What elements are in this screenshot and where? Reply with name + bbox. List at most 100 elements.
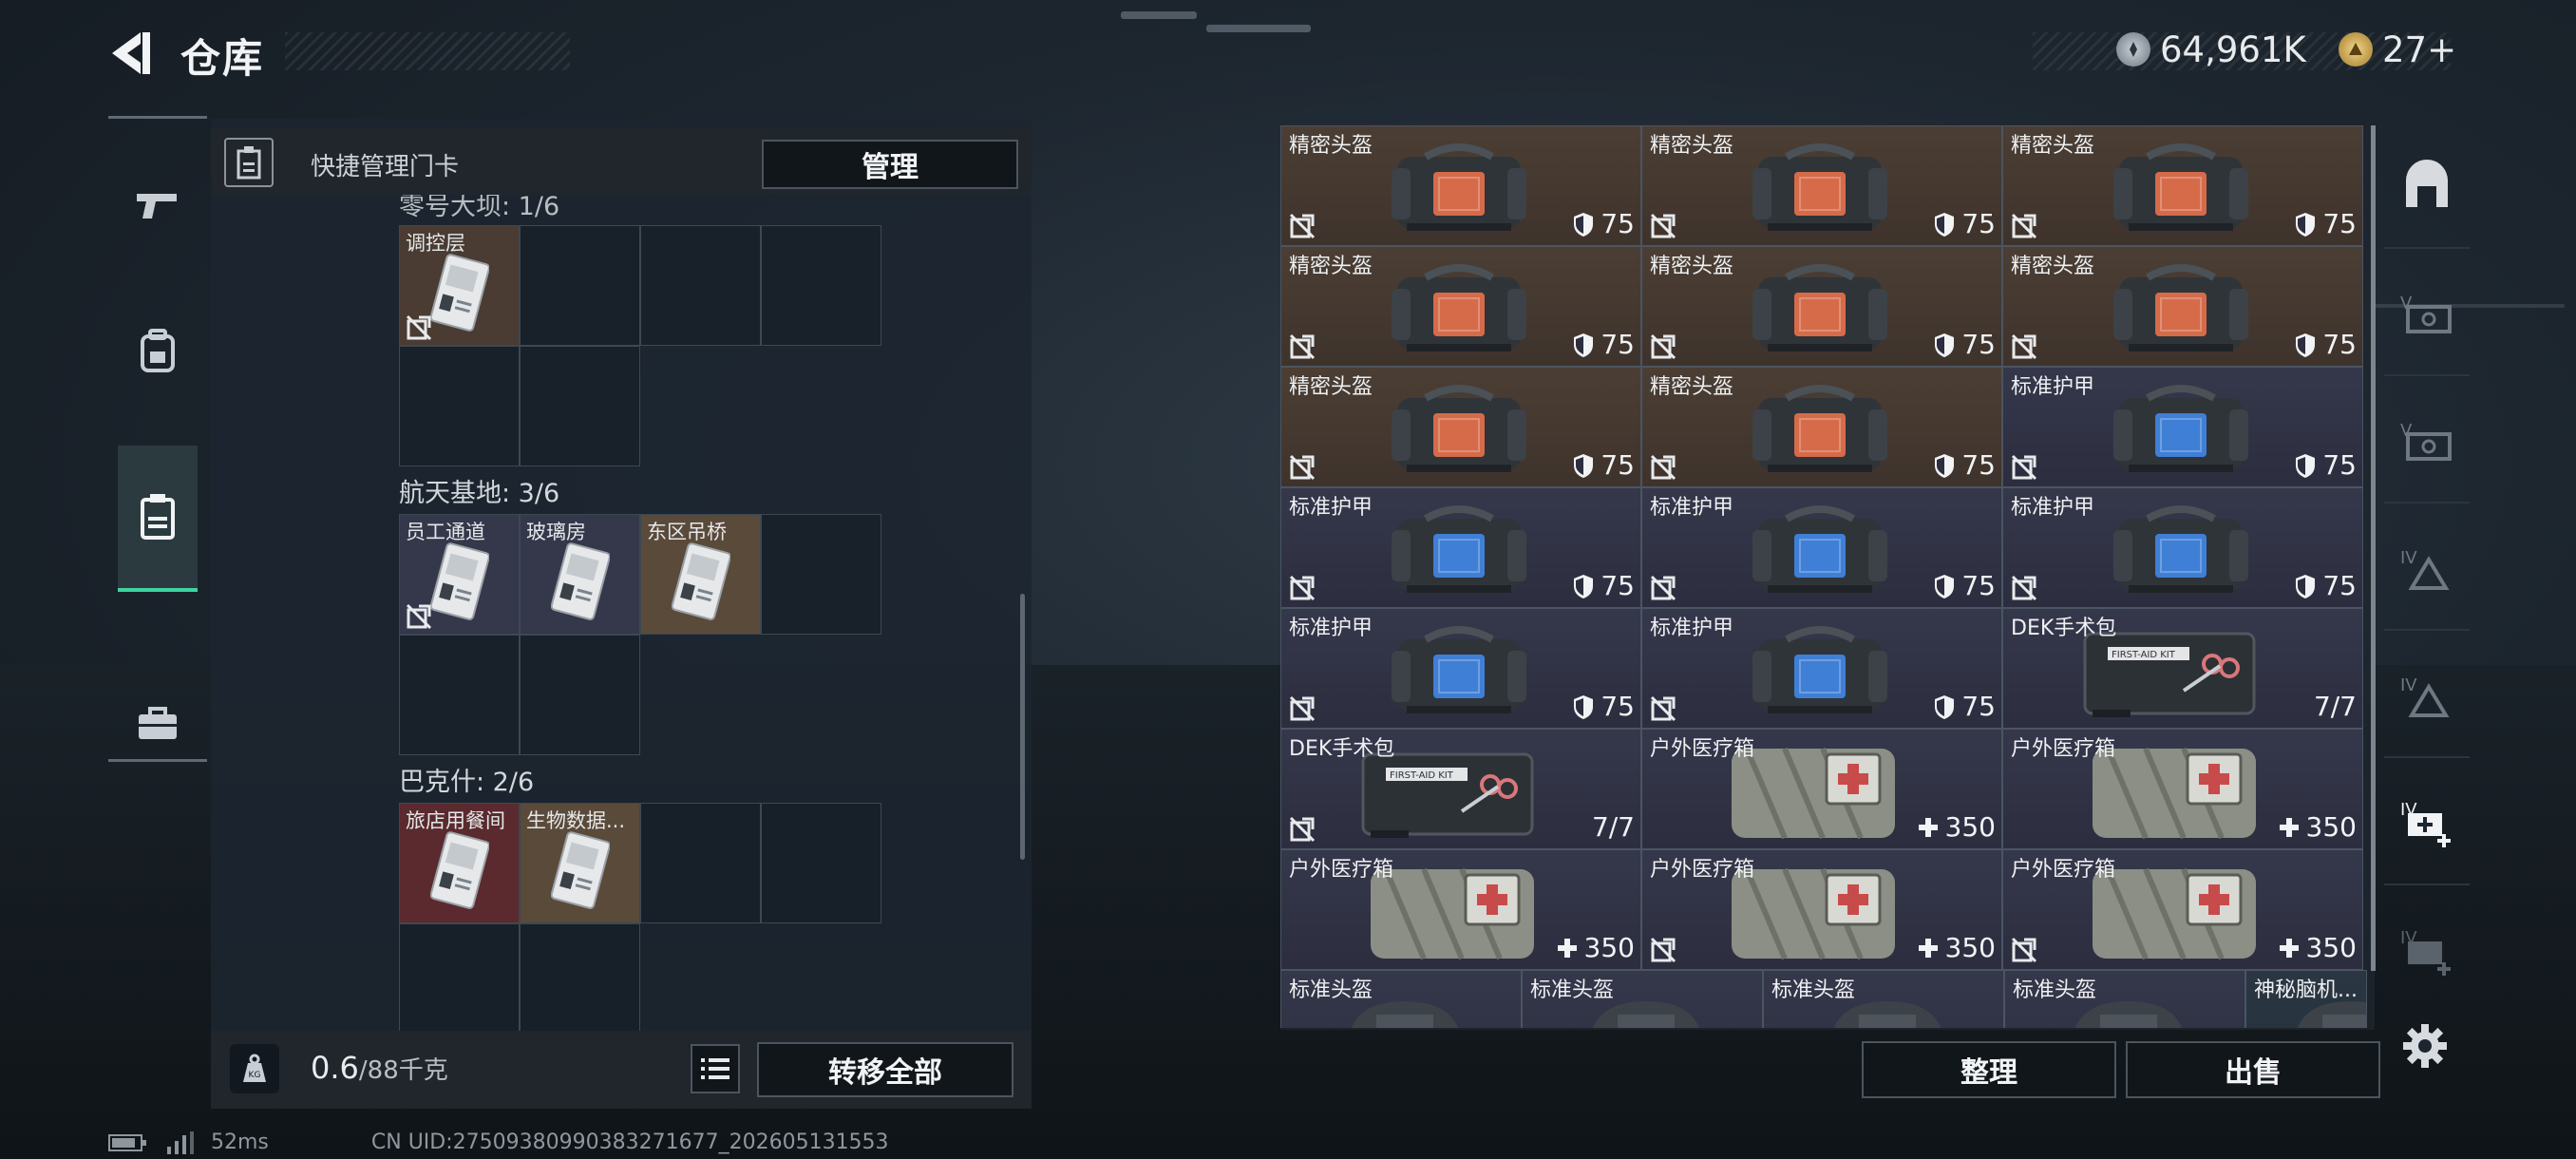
item-value: 350 <box>1556 932 1635 963</box>
item-value: 350 <box>2278 932 2357 963</box>
stash-item[interactable]: FIRST-AID KIT DEK手术包 7/7 <box>2002 608 2363 729</box>
stash-item[interactable]: 户外医疗箱 350 <box>2002 729 2363 849</box>
keycard-slot[interactable] <box>761 514 881 635</box>
durability-shield-icon <box>2296 332 2316 357</box>
stash-item[interactable]: 标准护甲 75 <box>2002 367 2363 487</box>
durability-shield-icon <box>1935 212 1955 237</box>
list-view-button[interactable] <box>691 1044 740 1093</box>
keycard-scrollbar[interactable] <box>1020 594 1025 860</box>
stash-item[interactable]: 标准头盔 <box>2004 970 2245 1028</box>
stash-item[interactable]: 标准头盔 <box>1763 970 2004 1028</box>
item-name: 标准头盔 <box>1771 978 1856 1002</box>
nav-weapons[interactable] <box>118 132 198 278</box>
heal-plus-icon <box>1918 938 1938 958</box>
item-value: 350 <box>1917 932 1996 963</box>
durability-shield-icon <box>1574 574 1594 598</box>
durability-shield-icon <box>2296 212 2316 237</box>
back-arrow-icon[interactable] <box>106 28 156 78</box>
currency-premium[interactable]: 27+ <box>2339 28 2456 70</box>
keycard-slot[interactable] <box>761 803 881 923</box>
stash-item[interactable]: 标准护甲 75 <box>1280 608 1641 729</box>
group-title-bakesh: 巴克什: 2/6 <box>399 768 535 797</box>
keycard-slot[interactable] <box>520 923 640 1044</box>
no-transfer-icon <box>1650 213 1676 239</box>
stash-tab-4a[interactable]: IV <box>2384 507 2470 631</box>
keycard-slot[interactable] <box>399 346 520 466</box>
coin-icon <box>2116 32 2150 66</box>
keycard-slot[interactable]: 玻璃房 <box>520 514 640 635</box>
item-value-text: 75 <box>2322 449 2357 481</box>
keycard-slot[interactable]: 生物数据... <box>520 803 640 923</box>
category-nav <box>108 116 207 762</box>
manage-button[interactable]: 管理 <box>762 140 1018 189</box>
stash-item[interactable]: FIRST-AID KIT DEK手术包 7/7 <box>1280 729 1641 849</box>
item-name: DEK手术包 <box>1289 737 1395 761</box>
no-transfer-icon <box>1289 213 1316 239</box>
gear-icon[interactable] <box>2401 1022 2449 1070</box>
nav-equipment[interactable] <box>118 278 198 425</box>
stash-item[interactable]: 精密头盔 75 <box>1641 246 2002 367</box>
no-transfer-icon <box>2011 333 2037 360</box>
keycard-slot[interactable] <box>761 225 881 346</box>
keycard-slot[interactable] <box>640 225 761 346</box>
stash-scrollbar[interactable] <box>2371 125 2376 971</box>
keycard-panel: 零号大坝: 1/6 快捷管理门卡 管理 调控层 航天基地: 3/6 员工通道 玻璃… <box>211 119 1032 1044</box>
keycard-slot[interactable] <box>520 225 640 346</box>
keycard-slot[interactable]: 调控层 <box>399 225 520 346</box>
stash-item[interactable]: 户外医疗箱 350 <box>1641 849 2002 970</box>
armor-image <box>1752 626 1887 713</box>
stash-tab-4-add[interactable]: IV <box>2384 889 2470 1013</box>
stash-tab-5a[interactable]: V <box>2384 253 2470 376</box>
stash-item[interactable]: 神秘脑机... <box>2245 970 2367 1028</box>
stash-item[interactable]: 标准头盔 <box>1522 970 1763 1028</box>
stash-item[interactable]: 精密头盔 75 <box>1280 125 1641 246</box>
sell-button[interactable]: 出售 <box>2126 1041 2380 1098</box>
keycard-slot[interactable] <box>399 635 520 755</box>
heal-plus-icon <box>2279 817 2299 837</box>
stash-tab-5b[interactable]: V <box>2384 380 2470 504</box>
stash-grid: 精密头盔 75 精密头盔 75 精密头盔 75 精密头盔 75 精密头盔 75 精密头盔 75 精密头盔… <box>1280 125 2367 1028</box>
stash-tab-4b[interactable]: IV <box>2384 635 2470 758</box>
stash-item[interactable]: 标准头盔 <box>1280 970 1522 1028</box>
page-title: 仓库 <box>180 35 265 82</box>
item-value-text: 75 <box>1601 208 1635 239</box>
stash-item[interactable]: 精密头盔 75 <box>2002 125 2363 246</box>
stash-item[interactable]: 精密头盔 75 <box>1280 246 1641 367</box>
keycard-slot[interactable] <box>520 346 640 466</box>
stash-item[interactable]: 标准护甲 75 <box>2002 487 2363 608</box>
durability-shield-icon <box>1935 694 1955 719</box>
nav-keycards[interactable] <box>118 446 198 592</box>
stash-item[interactable]: 标准护甲 75 <box>1641 487 2002 608</box>
durability-shield-icon <box>2296 453 2316 478</box>
item-value-text: 75 <box>1961 691 1996 722</box>
stash-item[interactable]: 精密头盔 75 <box>1641 367 2002 487</box>
keycard-slot[interactable]: 东区吊桥 <box>640 514 761 635</box>
stash-item[interactable]: 精密头盔 75 <box>2002 246 2363 367</box>
nav-supplies[interactable] <box>118 651 198 797</box>
stash-item[interactable]: 户外医疗箱 350 <box>1280 849 1641 970</box>
helmet-image <box>1752 264 1887 352</box>
keycard-slot[interactable] <box>399 923 520 1044</box>
stash-tab-4-add-active[interactable]: IV <box>2384 762 2470 885</box>
uid-text: CN UID:275093809903832716​77_20260513155… <box>370 1130 889 1154</box>
keycard-image <box>430 542 489 620</box>
keycard-slot[interactable] <box>640 803 761 923</box>
keycard-slot[interactable]: 员工通道 <box>399 514 520 635</box>
sort-button[interactable]: 整理 <box>1862 1041 2116 1098</box>
stash-item[interactable]: 户外医疗箱 350 <box>2002 849 2363 970</box>
stash-item[interactable]: 标准护甲 75 <box>1280 487 1641 608</box>
svg-text:FIRST-AID KIT: FIRST-AID KIT <box>2112 650 2176 660</box>
stash-tab-all[interactable] <box>2384 125 2470 249</box>
keycard-slot[interactable]: 旅店用餐间 <box>399 803 520 923</box>
stash-item[interactable]: 精密头盔 75 <box>1641 125 2002 246</box>
stash-item[interactable]: 标准护甲 75 <box>1641 608 2002 729</box>
stash-item[interactable]: 户外医疗箱 350 <box>1641 729 2002 849</box>
keycard-slot[interactable] <box>520 635 640 755</box>
durability-shield-icon <box>1574 332 1594 357</box>
helmet-image <box>1752 143 1887 231</box>
item-value: 75 <box>1933 329 1996 360</box>
battery-icon <box>108 1133 146 1151</box>
transfer-all-button[interactable]: 转移全部 <box>757 1042 1013 1097</box>
no-transfer-icon <box>1650 333 1676 360</box>
stash-item[interactable]: 精密头盔 75 <box>1280 367 1641 487</box>
